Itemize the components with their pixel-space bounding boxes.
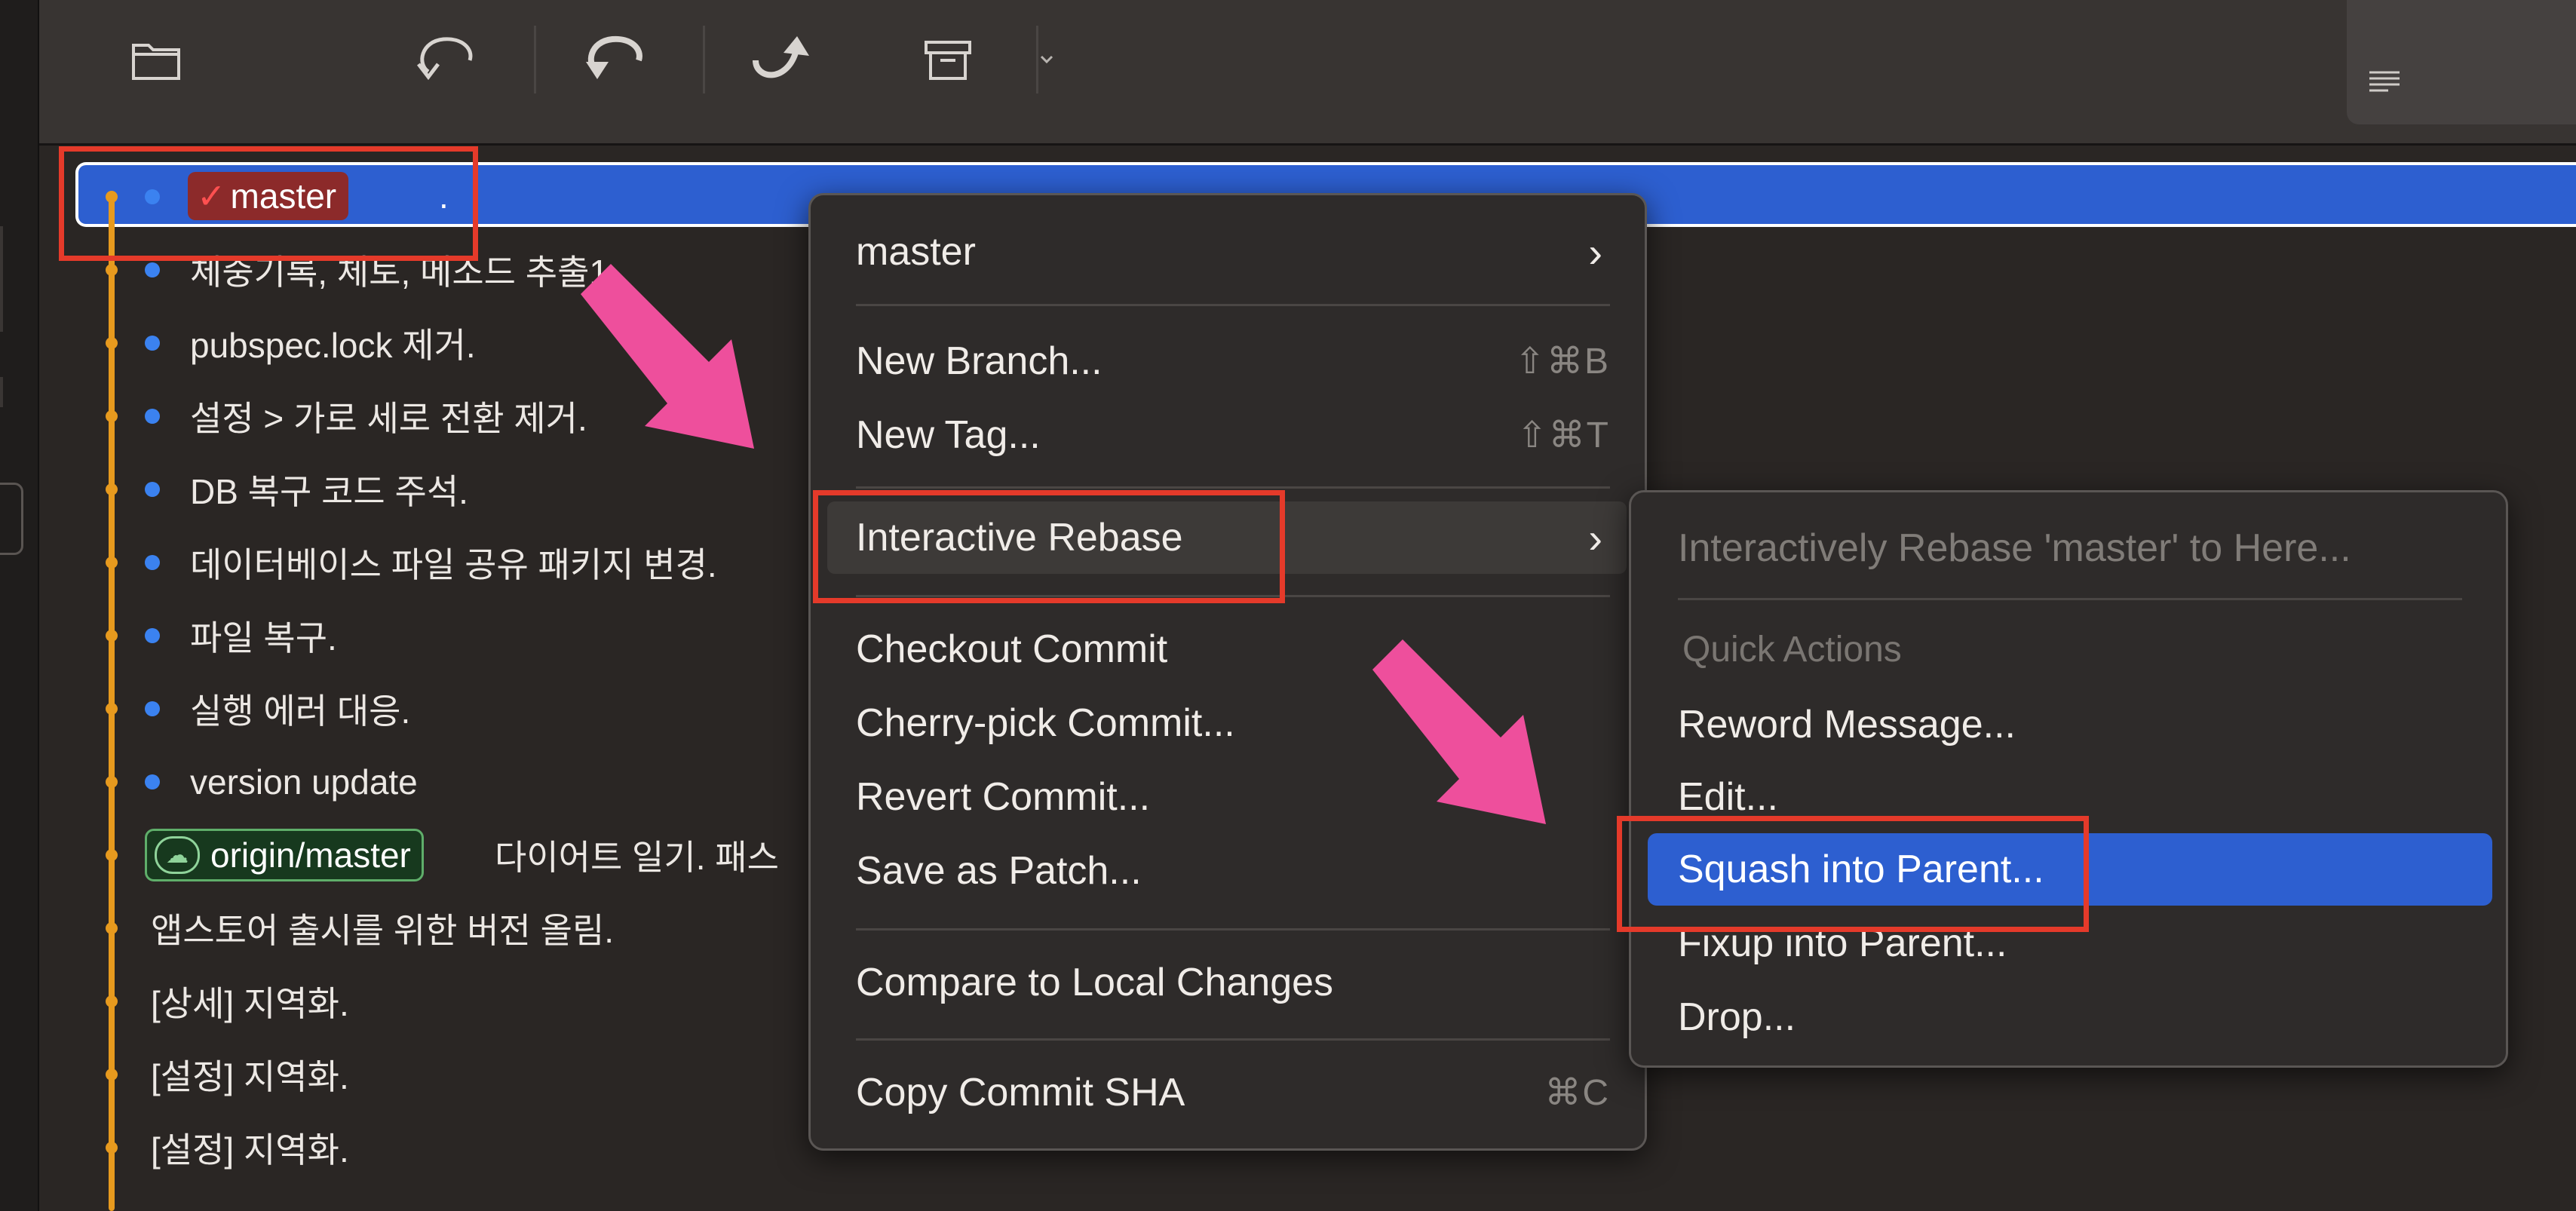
commit-message: 실행 에러 대응. xyxy=(190,691,411,731)
menu-separator xyxy=(856,928,1610,930)
pull-icon xyxy=(586,35,642,79)
menu-separator xyxy=(1678,598,2462,600)
menu-item-reword[interactable]: Reword Message... xyxy=(1678,694,2485,755)
toolbar xyxy=(39,0,2576,146)
open-folder-button[interactable] xyxy=(115,23,198,98)
chevron-right-icon: › xyxy=(1588,228,1602,276)
cloud-icon: ☁ xyxy=(155,836,200,874)
pull-button[interactable] xyxy=(575,23,658,98)
commit-dot xyxy=(145,701,160,716)
commit-message: 설정 > 가로 세로 전환 제거. xyxy=(190,399,587,438)
fetch-icon xyxy=(417,37,473,81)
graph-node xyxy=(106,1142,118,1154)
commit-message: 다이어트 일기. 패스 xyxy=(495,838,779,877)
highlight-box-master xyxy=(59,146,478,261)
menu-item-label: Interactively Rebase 'master' to Here... xyxy=(1678,526,2351,570)
sidebar-divider xyxy=(0,377,3,407)
commit-dot xyxy=(145,262,160,277)
annotation-arrow-1 xyxy=(581,264,754,449)
stash-dropdown-button[interactable] xyxy=(1024,23,1069,98)
menu-item-label: Edit... xyxy=(1678,775,1778,819)
graph-node xyxy=(106,337,118,349)
menu-item-branch-master[interactable]: master › xyxy=(856,222,1610,282)
quick-actions-header: Quick Actions xyxy=(1682,619,2489,679)
menu-item-new-tag[interactable]: New Tag... ⇧⌘T xyxy=(856,405,1610,465)
menu-separator xyxy=(856,1038,1610,1041)
graph-node xyxy=(106,922,118,934)
annotation-arrow-2 xyxy=(1372,639,1546,824)
commit-dot xyxy=(145,774,160,789)
list-lines-icon[interactable] xyxy=(2366,66,2403,100)
commit-message: 데이터베이스 파일 공유 패키지 변경. xyxy=(190,545,717,584)
menu-item-label: New Branch... xyxy=(856,339,1102,383)
interactive-rebase-submenu: Interactively Rebase 'master' to Here...… xyxy=(1629,490,2508,1068)
graph-node xyxy=(106,995,118,1007)
menu-item-label: Cherry-pick Commit... xyxy=(856,701,1235,745)
chevron-right-icon: › xyxy=(1588,514,1602,562)
menu-item-new-branch[interactable]: New Branch... ⇧⌘B xyxy=(856,331,1610,391)
commit-dot xyxy=(145,482,160,497)
menu-item-label: Save as Patch... xyxy=(856,849,1142,893)
graph-node xyxy=(106,1068,118,1081)
commit-dot xyxy=(145,555,160,570)
fetch-button[interactable] xyxy=(406,23,489,98)
branch-badge-origin-master[interactable]: ☁ origin/master xyxy=(145,829,424,881)
commit-message: [설정] 지역화. xyxy=(151,1057,349,1096)
menu-item-rebase-to-here: Interactively Rebase 'master' to Here... xyxy=(1678,518,2485,578)
open-folder-icon xyxy=(132,44,180,80)
graph-node xyxy=(106,410,118,422)
commit-dot xyxy=(145,336,160,351)
commit-message: [상세] 지역화. xyxy=(151,984,349,1023)
toolbar-separator xyxy=(703,26,705,94)
commit-dot xyxy=(145,628,160,643)
menu-item-copy-sha[interactable]: Copy Commit SHA ⌘C xyxy=(856,1062,1610,1123)
highlight-box-squash xyxy=(1617,816,2089,932)
push-button[interactable] xyxy=(741,23,823,98)
commit-dot xyxy=(145,409,160,424)
toolbar-separator xyxy=(534,26,536,94)
sidebar-collapsed-panel[interactable] xyxy=(0,483,23,555)
menu-item-drop[interactable]: Drop... xyxy=(1678,987,2485,1047)
section-header-label: Quick Actions xyxy=(1682,629,1902,670)
menu-item-label: Revert Commit... xyxy=(856,775,1151,819)
graph-node xyxy=(106,264,118,276)
commit-message: [설정] 지역화. xyxy=(151,1130,349,1170)
commit-message: version update xyxy=(190,762,418,802)
menu-item-label: Compare to Local Changes xyxy=(856,961,1334,1004)
menu-item-compare-local[interactable]: Compare to Local Changes xyxy=(856,952,1610,1013)
menu-item-label: master xyxy=(856,230,976,274)
toolbar-right-panel xyxy=(2347,0,2576,124)
menu-item-label: Checkout Commit xyxy=(856,627,1168,671)
graph-node xyxy=(106,630,118,642)
graph-node xyxy=(106,703,118,715)
shortcut-label: ⇧⌘B xyxy=(1514,342,1610,382)
shortcut-label: ⌘C xyxy=(1544,1073,1610,1113)
sidebar-divider xyxy=(0,226,3,332)
menu-item-label: Drop... xyxy=(1678,995,1796,1039)
left-sidebar-edge xyxy=(0,0,39,1211)
chevron-down-icon xyxy=(1040,55,1053,64)
menu-item-save-patch[interactable]: Save as Patch... xyxy=(856,841,1610,901)
stash-button[interactable] xyxy=(906,23,989,98)
menu-item-label: New Tag... xyxy=(856,413,1041,457)
stash-icon xyxy=(925,41,971,80)
shortcut-label: ⇧⌘T xyxy=(1516,415,1610,455)
graph-node xyxy=(106,776,118,788)
commit-message: 앱스토어 출시를 위한 버전 올림. xyxy=(151,911,615,950)
menu-separator xyxy=(856,486,1610,489)
menu-item-label: Copy Commit SHA xyxy=(856,1071,1185,1114)
graph-node xyxy=(106,556,118,569)
menu-separator xyxy=(856,304,1610,306)
commit-message: DB 복구 코드 주석. xyxy=(190,472,468,511)
graph-node xyxy=(106,483,118,495)
menu-item-label: Reword Message... xyxy=(1678,703,2016,747)
commit-message: 파일 복구. xyxy=(190,618,337,658)
highlight-box-interactive-rebase xyxy=(813,490,1285,603)
branch-label: origin/master xyxy=(210,835,411,875)
push-icon xyxy=(753,36,809,78)
commit-message: pubspec.lock 제거. xyxy=(190,326,476,365)
graph-node xyxy=(106,849,118,861)
